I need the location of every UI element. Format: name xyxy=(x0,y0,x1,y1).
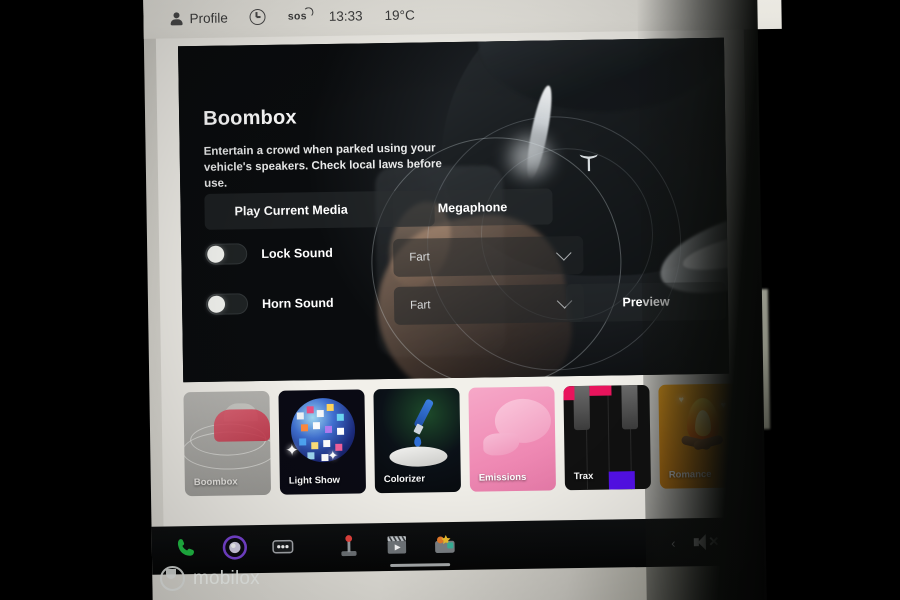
tile-label: Boombox xyxy=(193,476,238,489)
tile-boombox[interactable]: Boombox xyxy=(183,390,272,497)
time-label: 13:33 xyxy=(328,7,363,24)
person-icon xyxy=(169,12,182,25)
tesla-touchscreen: Profile sos 13:33 19°C Boombox Entertain… xyxy=(143,0,782,600)
toybox-icon[interactable] xyxy=(432,531,462,561)
sparkle-icon: ✦ xyxy=(327,447,339,464)
accent-pink xyxy=(589,385,612,396)
white-car-icon xyxy=(389,446,448,468)
alarm-clock-button[interactable] xyxy=(249,8,266,26)
horn-sound-row[interactable]: Horn Sound xyxy=(205,292,334,315)
tile-label: Emissions xyxy=(478,471,527,484)
lock-sound-row[interactable]: Lock Sound xyxy=(205,242,333,265)
chevron-down-icon xyxy=(555,244,572,261)
horn-sound-select[interactable]: Fart xyxy=(393,283,585,325)
tile-label: Colorizer xyxy=(383,473,426,486)
more-dots-icon[interactable] xyxy=(270,533,300,563)
whoopee-cushion-stem xyxy=(483,432,520,456)
page-title: Boombox xyxy=(202,106,297,130)
phone-icon[interactable] xyxy=(174,535,204,565)
piano-key-icon xyxy=(573,385,591,431)
horn-sound-toggle[interactable] xyxy=(205,293,249,315)
profile-button[interactable]: Profile xyxy=(169,10,227,26)
mobilox-logo-icon xyxy=(160,566,185,591)
profile-label: Profile xyxy=(189,10,228,26)
horn-sound-value: Fart xyxy=(409,299,431,312)
media-circle-icon[interactable] xyxy=(222,534,252,564)
accent-pink xyxy=(563,386,575,401)
clock-time: 13:33 xyxy=(329,8,363,24)
watermark-text: mobilox xyxy=(193,567,260,589)
tile-trax[interactable]: Trax xyxy=(563,384,651,491)
tile-emissions[interactable]: Emissions xyxy=(468,386,557,492)
toggle-knob xyxy=(207,295,226,313)
lock-sound-value: Fart xyxy=(409,251,430,264)
toggle-knob xyxy=(207,245,225,263)
piano-key-icon xyxy=(621,385,639,430)
tile-label: Light Show xyxy=(288,474,341,487)
temperature-label: 19°C xyxy=(384,7,415,23)
megaphone-button[interactable]: Megaphone xyxy=(392,188,553,227)
play-current-media-label: Play Current Media xyxy=(234,202,348,219)
clock-icon xyxy=(249,8,266,26)
paint-drop-icon xyxy=(414,436,422,447)
tile-light-show[interactable]: ✦ ✦ Light Show xyxy=(278,389,367,495)
megaphone-label: Megaphone xyxy=(437,200,508,216)
tile-label: Trax xyxy=(573,470,594,483)
disco-ball-icon xyxy=(290,397,356,463)
lock-sound-toggle[interactable] xyxy=(205,243,248,265)
bezel-shadow-right xyxy=(637,0,767,600)
accent-purple xyxy=(608,471,635,490)
page-description: Entertain a crowd when parked using your… xyxy=(203,142,442,190)
tile-colorizer[interactable]: Colorizer xyxy=(373,387,462,494)
outside-temperature: 19°C xyxy=(384,7,414,22)
horn-sound-label: Horn Sound xyxy=(261,295,334,311)
sparkle-icon: ✦ xyxy=(285,442,299,460)
lock-sound-select[interactable]: Fart xyxy=(393,235,584,277)
lock-sound-label: Lock Sound xyxy=(261,245,333,261)
screenshot-root: Profile sos 13:33 19°C Boombox Entertain… xyxy=(0,0,900,600)
watermark: mobilox xyxy=(160,566,260,591)
red-car-icon xyxy=(213,408,271,442)
video-clapper-icon[interactable] xyxy=(384,532,414,562)
sos-button[interactable]: sos xyxy=(288,7,314,23)
arcade-joystick-icon[interactable] xyxy=(336,532,366,562)
taskbar-drag-handle[interactable] xyxy=(390,563,451,568)
sos-signal-icon xyxy=(303,7,314,18)
